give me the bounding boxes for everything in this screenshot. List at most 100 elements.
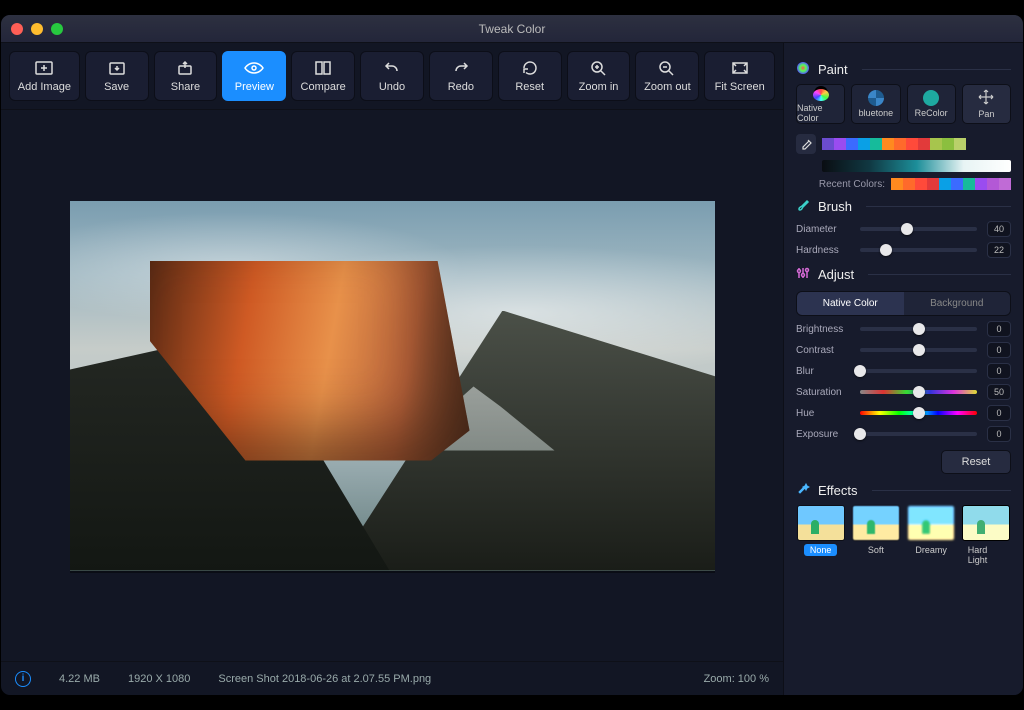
zoom-in-icon [590, 59, 608, 77]
swatch[interactable] [930, 138, 942, 150]
info-icon[interactable]: i [15, 671, 31, 687]
titlebar: Tweak Color [1, 15, 1023, 43]
contrast-label: Contrast [796, 345, 850, 356]
sidebar: Paint Native Color bluetone ReColor [783, 43, 1023, 695]
exposure-value: 0 [987, 426, 1011, 442]
paint-section-title: Paint [796, 61, 1011, 78]
recent-swatch[interactable] [987, 178, 999, 190]
hue-slider[interactable] [860, 411, 977, 415]
swatch[interactable] [870, 138, 882, 150]
preview-button[interactable]: Preview [222, 51, 286, 101]
swatch[interactable] [918, 138, 930, 150]
color-swatches[interactable] [822, 138, 966, 150]
brush-icon [796, 198, 810, 215]
recent-swatch[interactable] [939, 178, 951, 190]
preview-label: Preview [235, 81, 274, 93]
effects-section-title: Effects [796, 482, 1011, 499]
canvas-area [1, 110, 783, 661]
fit-screen-icon [731, 59, 749, 77]
swatch[interactable] [954, 138, 966, 150]
save-button[interactable]: Save [85, 51, 149, 101]
contrast-value: 0 [987, 342, 1011, 358]
swatch[interactable] [894, 138, 906, 150]
plus-file-icon [35, 59, 53, 77]
effects-icon [796, 482, 810, 499]
contrast-slider[interactable] [860, 348, 977, 352]
save-label: Save [104, 81, 129, 93]
recent-swatch[interactable] [975, 178, 987, 190]
eye-icon [244, 59, 264, 77]
color-wheel-icon [813, 89, 829, 101]
status-filesize: 4.22 MB [59, 673, 100, 685]
redo-button[interactable]: Redo [429, 51, 493, 101]
swatch[interactable] [906, 138, 918, 150]
native-color-tab[interactable]: Native Color [796, 84, 845, 124]
recent-swatch[interactable] [915, 178, 927, 190]
hue-label: Hue [796, 408, 850, 419]
bluetone-tab[interactable]: bluetone [851, 84, 900, 124]
fit-screen-label: Fit Screen [715, 81, 765, 93]
share-button[interactable]: Share [154, 51, 218, 101]
saturation-slider[interactable] [860, 390, 977, 394]
zoom-out-button[interactable]: Zoom out [635, 51, 699, 101]
adjust-tabs: Native Color Background [796, 291, 1011, 316]
swatch[interactable] [858, 138, 870, 150]
swatch[interactable] [834, 138, 846, 150]
fit-screen-button[interactable]: Fit Screen [704, 51, 775, 101]
status-bar: i 4.22 MB 1920 X 1080 Screen Shot 2018-0… [1, 661, 783, 695]
swatch[interactable] [822, 138, 834, 150]
effect-dreamy[interactable]: Dreamy [907, 505, 956, 566]
saturation-label: Saturation [796, 387, 850, 398]
hardness-label: Hardness [796, 245, 850, 256]
brightness-value: 0 [987, 321, 1011, 337]
diameter-slider[interactable] [860, 227, 977, 231]
effect-none[interactable]: None [796, 505, 845, 566]
image-canvas[interactable] [70, 201, 715, 571]
hardness-slider[interactable] [860, 248, 977, 252]
eyedropper-button[interactable] [796, 134, 816, 154]
recent-swatch[interactable] [903, 178, 915, 190]
bluetone-icon [868, 90, 884, 106]
status-filename: Screen Shot 2018-06-26 at 2.07.55 PM.png [218, 673, 431, 685]
recent-swatch[interactable] [951, 178, 963, 190]
recent-colors[interactable] [891, 178, 1011, 190]
adjust-icon [796, 266, 810, 283]
recent-swatch[interactable] [999, 178, 1011, 190]
undo-icon [383, 59, 401, 77]
compare-button[interactable]: Compare [291, 51, 355, 101]
shade-gradient[interactable] [822, 160, 1011, 172]
undo-button[interactable]: Undo [360, 51, 424, 101]
recolor-tab[interactable]: ReColor [907, 84, 956, 124]
brightness-slider[interactable] [860, 327, 977, 331]
blur-value: 0 [987, 363, 1011, 379]
adjust-reset-button[interactable]: Reset [941, 450, 1011, 474]
swatch[interactable] [882, 138, 894, 150]
exposure-label: Exposure [796, 429, 850, 440]
add-image-button[interactable]: Add Image [9, 51, 80, 101]
exposure-slider[interactable] [860, 432, 977, 436]
tab-native-color[interactable]: Native Color [797, 292, 904, 315]
recent-swatch[interactable] [963, 178, 975, 190]
brightness-label: Brightness [796, 324, 850, 335]
zoom-out-icon [658, 59, 676, 77]
reset-button[interactable]: Reset [498, 51, 562, 101]
pan-tab[interactable]: Pan [962, 84, 1011, 124]
recent-swatch[interactable] [891, 178, 903, 190]
recent-swatch[interactable] [927, 178, 939, 190]
reset-icon [521, 59, 539, 77]
swatch[interactable] [846, 138, 858, 150]
redo-icon [452, 59, 470, 77]
status-dimensions: 1920 X 1080 [128, 673, 190, 685]
blur-slider[interactable] [860, 369, 977, 373]
zoom-out-label: Zoom out [644, 81, 690, 93]
effect-hardlight[interactable]: Hard Light [962, 505, 1011, 566]
app-window: Tweak Color Add Image Save Share P [0, 14, 1024, 696]
paint-icon [796, 61, 810, 78]
tab-background[interactable]: Background [904, 292, 1011, 315]
effect-soft[interactable]: Soft [851, 505, 900, 566]
swatch[interactable] [942, 138, 954, 150]
saturation-value: 50 [987, 384, 1011, 400]
diameter-value: 40 [987, 221, 1011, 237]
zoom-in-button[interactable]: Zoom in [567, 51, 631, 101]
redo-label: Redo [448, 81, 474, 93]
